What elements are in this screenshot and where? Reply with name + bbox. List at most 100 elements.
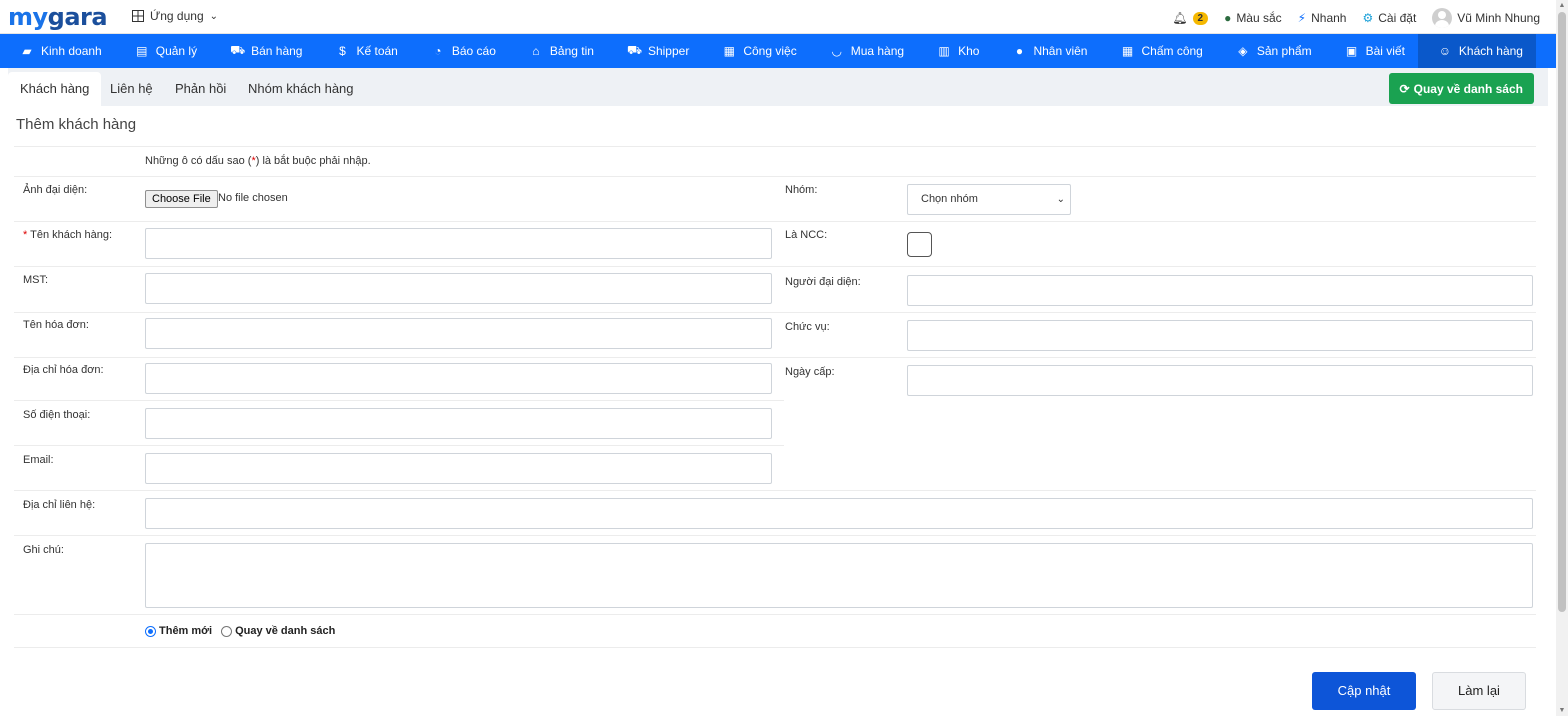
scrollbar-thumb[interactable] [1558, 12, 1566, 612]
tabs-bar: Khách hàng Liên hệ Phản hồi Nhóm khách h… [8, 68, 1548, 106]
truck-icon: ⛟ [626, 43, 643, 57]
back-to-list-label: Quay về danh sách [1413, 81, 1523, 96]
email-input[interactable] [145, 453, 772, 484]
scroll-up-arrow-icon[interactable]: ▲ [1558, 2, 1566, 9]
nav-item-label: Nhân viên [1033, 44, 1088, 58]
customer-form: Thêm khách hàng Những ô có dấu sao (*) l… [8, 106, 1548, 716]
nav-item-8[interactable]: ◡ Mua hàng [810, 34, 917, 68]
nav-item-label: Chấm công [1141, 44, 1203, 58]
divider [14, 445, 784, 446]
colors-menu[interactable]: ● Màu sắc [1224, 11, 1282, 25]
divider [14, 400, 784, 401]
tax-code-label: MST: [23, 274, 49, 286]
tab-customer-groups[interactable]: Nhóm khách hàng [236, 72, 366, 106]
logo-gara-text: gara [47, 3, 108, 31]
group-select[interactable]: Chọn nhóm ⌄ [907, 184, 1071, 215]
position-input[interactable] [907, 320, 1533, 351]
nav-item-label: Khách hàng [1458, 44, 1523, 58]
nav-item-5[interactable]: ⌂ Bảng tin [509, 34, 607, 68]
logo-my-text: my [8, 3, 48, 31]
radio-back-to-list-label: Quay về danh sách [235, 625, 336, 637]
gear-icon: ⚙ [1362, 11, 1374, 25]
supplier-label: Là NCC: [785, 229, 828, 241]
avatar [1432, 8, 1453, 28]
tax-code-input[interactable] [145, 273, 772, 304]
nav-item-13[interactable]: ▣ Bài viết [1325, 34, 1418, 68]
smile-icon: ☺ [1438, 44, 1452, 58]
after-save-options: Thêm mới Quay về danh sách [145, 625, 344, 637]
nav-item-4[interactable]: ◔ Báo cáo [411, 34, 509, 68]
divider [14, 357, 1536, 358]
reset-button[interactable]: Làm lại [1432, 672, 1526, 710]
nav-item-2[interactable]: ⛟ Bán hàng [210, 34, 315, 68]
briefcase-icon: ▰ [22, 44, 32, 58]
settings-menu[interactable]: ⚙ Cài đặt [1362, 11, 1416, 25]
issue-date-input[interactable] [907, 365, 1533, 396]
main-nav: ▰ Kinh doanh ▤ Quản lý ⛟ Bán hàng $ Kế toán ◔ Báo… [0, 34, 1568, 68]
radio-back-to-list-circle[interactable] [221, 625, 233, 637]
invoice-address-label: Địa chỉ hóa đơn: [23, 364, 104, 376]
quick-menu[interactable]: ⚡︎ Nhanh [1298, 11, 1347, 25]
nav-item-9[interactable]: ▥ Kho [917, 34, 992, 68]
contact-address-label: Địa chỉ liên hệ: [23, 499, 96, 511]
tab-feedback[interactable]: Phản hồi [163, 72, 238, 106]
scroll-down-arrow-icon[interactable]: ▼ [1558, 707, 1566, 714]
quick-label: Nhanh [1311, 11, 1347, 25]
phone-label: Số điện thoại: [23, 409, 91, 421]
pie-chart-icon: ◔ [434, 44, 442, 58]
top-right-menu: 🔔︎ 2 ● Màu sắc ⚡︎ Nhanh ⚙ Cài đặt Vũ Min… [1172, 8, 1540, 28]
scrollbar[interactable]: ▲ ▼ [1556, 0, 1568, 716]
representative-input[interactable] [907, 275, 1533, 306]
basket-icon: ◡ [831, 44, 842, 58]
chevron-down-icon: ⌄ [209, 10, 219, 22]
page-title: Thêm khách hàng [16, 116, 137, 133]
back-to-list-button[interactable]: ⟳ Quay về danh sách [1388, 73, 1534, 104]
radio-add-new[interactable]: Thêm mới [145, 625, 212, 637]
nav-item-12[interactable]: ◈ Sản phẩm [1216, 34, 1325, 68]
cart-icon: ⛟ [230, 43, 246, 57]
invoice-address-input[interactable] [145, 363, 772, 394]
divider [14, 614, 1536, 615]
note-label: Ghi chú: [23, 544, 64, 556]
nav-item-14[interactable]: ☺ Khách hàng [1417, 34, 1536, 68]
logo[interactable]: mygara [8, 3, 108, 31]
nav-item-label: Kinh doanh [41, 44, 102, 58]
nav-item-1[interactable]: ▤ Quản lý [115, 34, 210, 68]
bolt-icon: ⚡︎ [1297, 11, 1307, 25]
user-menu[interactable]: Vũ Minh Nhung [1432, 8, 1540, 28]
phone-input[interactable] [145, 408, 772, 439]
tab-customers[interactable]: Khách hàng [8, 72, 102, 106]
grid-icon [132, 10, 144, 22]
choose-file-button[interactable]: Choose File [145, 190, 218, 208]
customer-name-label: * Tên khách hàng: [23, 229, 112, 241]
customer-name-input[interactable] [145, 228, 772, 259]
tab-contacts[interactable]: Liên hệ [98, 72, 165, 106]
box-icon: ◈ [1238, 44, 1248, 58]
top-bar: mygara Ứng dụng ⌄ 🔔︎ 2 ● Màu sắc ⚡︎ Nhan… [0, 0, 1556, 34]
avatar-label: Ảnh đại diện: [23, 184, 88, 196]
divider [14, 490, 1536, 491]
divider [14, 266, 1536, 267]
radio-add-new-circle[interactable] [145, 625, 156, 637]
notifications[interactable]: 🔔︎ 2 [1172, 11, 1209, 25]
apps-menu[interactable]: Ứng dụng ⌄ [132, 9, 218, 23]
radio-back-to-list[interactable]: Quay về danh sách [221, 625, 335, 637]
nav-item-label: Bán hàng [251, 44, 303, 58]
nav-item-3[interactable]: $ Kế toán [315, 34, 410, 68]
dollar-icon: $ [339, 44, 346, 58]
nav-item-10[interactable]: ● Nhân viên [992, 34, 1100, 68]
note-textarea[interactable] [145, 543, 1533, 608]
nav-item-0[interactable]: ▰ Kinh doanh [0, 34, 115, 68]
nav-item-label: Báo cáo [451, 44, 496, 58]
nav-item-7[interactable]: ▦ Công việc [702, 34, 809, 68]
invoice-name-input[interactable] [145, 318, 772, 349]
nav-item-label: Kho [958, 44, 980, 58]
nav-item-11[interactable]: ▦ Chấm công [1100, 34, 1215, 68]
palette-icon: ● [1224, 11, 1232, 25]
save-button[interactable]: Cập nhật [1312, 672, 1416, 710]
nav-item-6[interactable]: ⛟ Shipper [607, 34, 702, 68]
supplier-checkbox[interactable] [907, 232, 932, 257]
contact-address-input[interactable] [145, 498, 1533, 529]
required-note-text: Những ô có dấu sao ( [145, 155, 252, 167]
divider [14, 176, 1536, 177]
